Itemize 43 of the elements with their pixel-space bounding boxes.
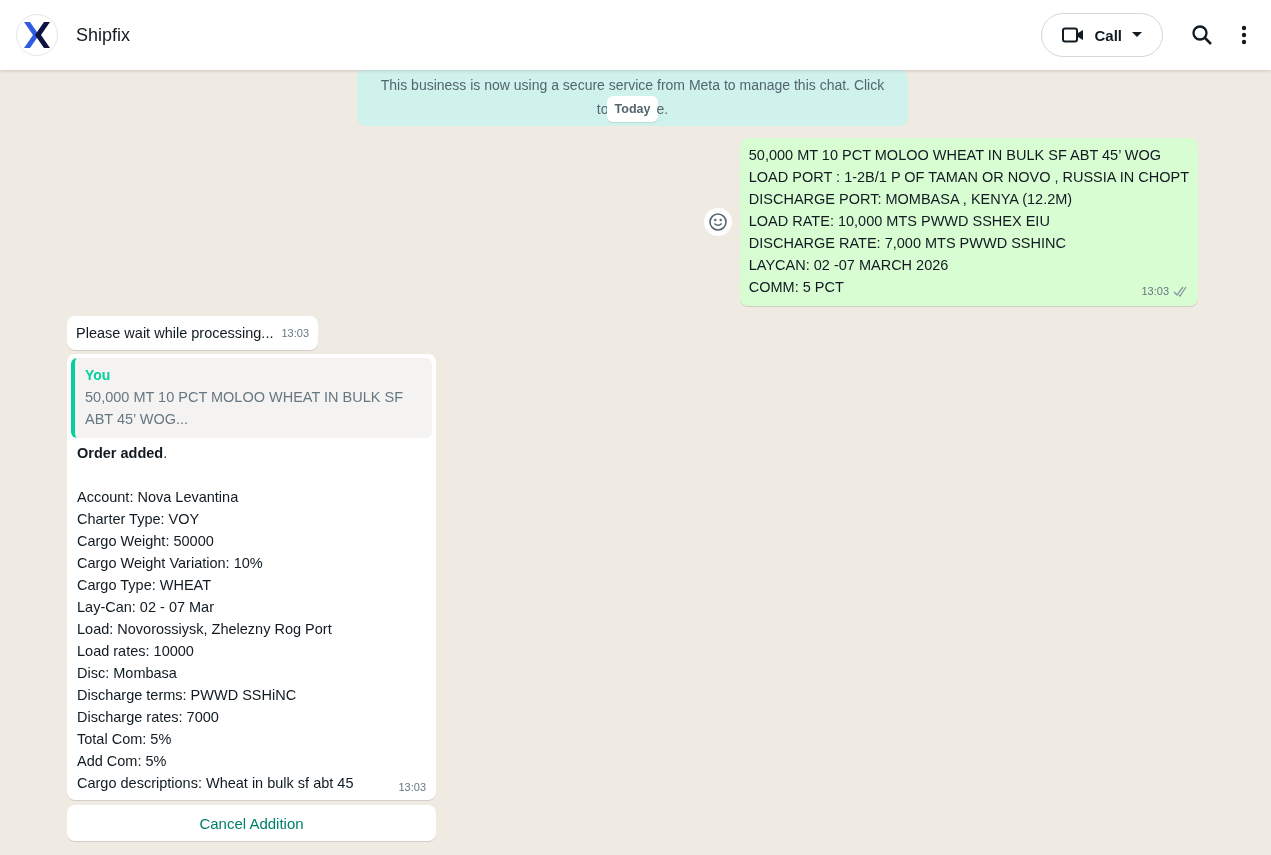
message-time: 13:03	[1141, 284, 1169, 299]
notice-text: This business is now using a secure service from Meta to manage this chat. Click	[380, 77, 885, 93]
logo-icon	[16, 14, 58, 56]
message-text: Load: Novorossiysk, Zhelezny Rog Port	[77, 620, 332, 639]
search-icon	[1191, 24, 1213, 46]
quote-text: 50,000 MT 10 PCT MOLOO WHEAT IN BULK SF ABT 45’ WOG...	[85, 388, 405, 429]
chat-title: Shipfix	[76, 24, 132, 46]
message-text: Discharge rates: 7000	[77, 708, 219, 727]
smiley-icon	[707, 212, 728, 232]
message-text: Cargo Weight: 50000	[77, 532, 214, 551]
message-text: Total Com: 5%	[77, 730, 172, 749]
notice-text: e.	[656, 100, 669, 119]
message-text: Add Com: 5%	[77, 752, 167, 771]
message-time: 13:03	[281, 326, 309, 341]
message-text: Cargo Type: WHEAT	[77, 576, 212, 595]
message-text: LAYCAN: 02 -07 MARCH 2026	[748, 256, 949, 275]
message-text: 50,000 MT 10 PCT MOLOO WHEAT IN BULK SF ABT 45’ WOG	[748, 146, 1162, 165]
call-button[interactable]: Call	[1041, 13, 1163, 57]
menu-icon	[1241, 25, 1247, 45]
quote-author: You	[85, 366, 112, 385]
message-text: Load rates: 10000	[77, 642, 194, 661]
video-camera-icon	[1062, 27, 1085, 43]
menu-button[interactable]	[1241, 25, 1247, 45]
message-text: Charter Type: VOY	[77, 510, 200, 529]
message-text: Cargo descriptions: Wheat in bulk sf abt 45	[77, 774, 354, 793]
message-text: DISCHARGE RATE: 7,000 MTS PWWD SSHINC	[748, 234, 1066, 253]
emoji-reaction-button[interactable]	[703, 208, 732, 236]
message-text: Cargo Weight Variation: 10%	[77, 554, 263, 573]
message-text: LOAD PORT : 1-2B/1 P OF TAMAN OR NOVO , RUSSIA IN CHOPT	[748, 168, 1189, 187]
caret-icon	[1132, 32, 1142, 38]
message-text: Please wait while processing...	[76, 324, 274, 343]
message-text: LOAD RATE: 10,000 MTS PWWD SSHEX EIU	[748, 212, 1050, 231]
cancel-addition-button[interactable]: Cancel Addition	[67, 805, 436, 841]
message-text: DISCHARGE PORT: MOMBASA , KENYA (12.2M)	[748, 190, 1073, 209]
message-text: Discharge terms: PWWD SSHiNC	[77, 686, 297, 705]
quoted-message[interactable]: You 50,000 MT 10 PCT MOLOO WHEAT IN BULK SF ABT 45’ WOG...	[71, 358, 432, 438]
message-heading: Order added.	[77, 444, 168, 463]
message-time: 13:03	[398, 780, 426, 795]
message-text: COMM: 5 PCT	[748, 278, 844, 297]
message-text: Account: Nova Levantina	[77, 488, 239, 507]
message-text: Lay-Can: 02 - 07 Mar	[77, 598, 214, 617]
search-button[interactable]	[1191, 24, 1213, 46]
message-text: Disc: Mombasa	[77, 664, 177, 683]
